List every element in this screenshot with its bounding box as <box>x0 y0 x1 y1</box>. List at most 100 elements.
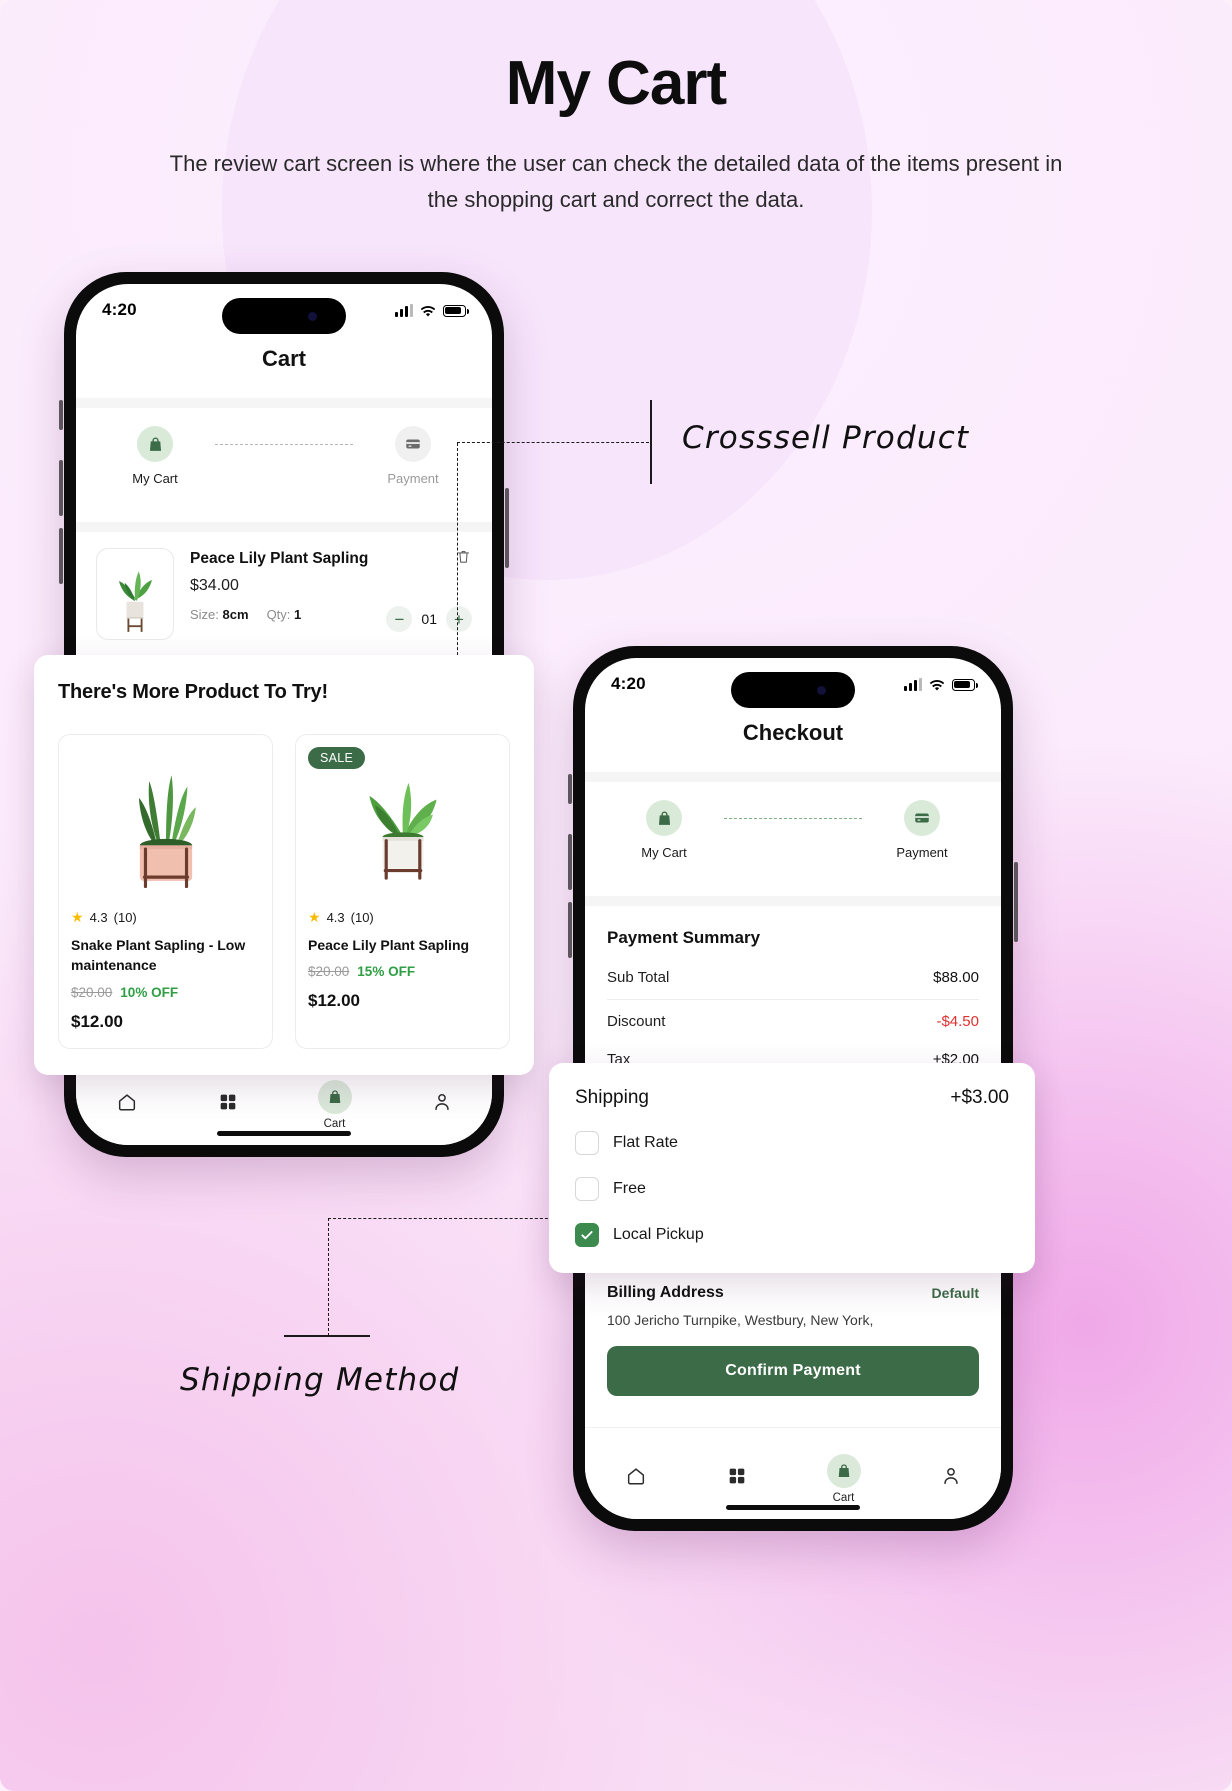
power-button[interactable] <box>505 488 509 568</box>
crosssell-title: There's More Product To Try! <box>58 681 328 703</box>
silent-switch[interactable] <box>59 400 63 430</box>
wifi-icon <box>420 305 436 317</box>
signal-bars-icon <box>395 303 413 317</box>
callout-bar-crosssell <box>650 400 652 484</box>
rating-value: 4.3 <box>89 910 108 925</box>
header-divider <box>585 772 1001 782</box>
nav-item-home[interactable] <box>625 1465 647 1492</box>
silent-switch[interactable] <box>568 774 572 804</box>
shopping-bag-icon <box>137 426 173 462</box>
billing-section: Billing Address Default 100 Jericho Turn… <box>585 1284 1001 1396</box>
callout-line-shipping-horizontal <box>328 1218 558 1219</box>
crosssell-product-card: There's More Product To Try! ★ 4.3 (10) … <box>34 655 534 1075</box>
product-old-price: $20.00 <box>71 984 113 1000</box>
volume-down-button[interactable] <box>59 528 63 584</box>
front-camera-icon <box>307 311 317 321</box>
product-image <box>308 749 497 895</box>
product-discount: 15% OFF <box>357 964 416 980</box>
rating-count: (10) <box>113 910 137 925</box>
shipping-option-flat-rate[interactable]: Flat Rate <box>575 1131 1009 1155</box>
signal-bars-icon <box>904 677 922 691</box>
dynamic-island <box>222 298 346 334</box>
payment-summary-title: Payment Summary <box>607 928 761 947</box>
callout-bar-shipping <box>284 1335 370 1337</box>
shipping-option-label: Flat Rate <box>613 1134 678 1151</box>
annotation-crosssell-product: Crosssell Product <box>682 420 970 456</box>
checkout-stepper: My Cart Payment <box>585 782 1001 866</box>
volume-up-button[interactable] <box>568 834 572 890</box>
credit-card-icon <box>395 426 431 462</box>
volume-down-button[interactable] <box>568 902 572 958</box>
section-divider <box>585 896 1001 906</box>
cart-item-size: Size: 8cm <box>190 607 249 622</box>
quantity-decrease-button[interactable]: − <box>386 606 413 632</box>
app-title: Cart <box>261 346 306 371</box>
nav-item-profile[interactable] <box>940 1465 962 1492</box>
stepper-step-my-cart[interactable]: My Cart <box>604 800 724 860</box>
nav-item-categories[interactable] <box>217 1091 239 1118</box>
product-price: $12.00 <box>308 991 360 1011</box>
shipping-amount: +$3.00 <box>950 1087 1009 1108</box>
battery-icon <box>952 678 978 691</box>
stepper-step-payment[interactable]: Payment <box>353 426 473 486</box>
product-old-price: $20.00 <box>308 964 350 980</box>
quantity-value: 01 <box>421 611 437 627</box>
stepper-connector <box>215 444 353 445</box>
cart-item-thumbnail <box>96 548 174 640</box>
app-title: Checkout <box>742 720 844 745</box>
product-price-line: $20.00 10% OFF <box>71 985 260 1000</box>
shipping-option-label: Local Pickup <box>613 1226 704 1243</box>
shipping-option-free[interactable]: Free <box>575 1177 1009 1201</box>
cart-item-qty: Qty: 1 <box>267 607 302 622</box>
nav-label-cart: Cart <box>832 1491 855 1504</box>
quantity-increase-button[interactable]: + <box>446 606 472 632</box>
page-title: My Cart <box>505 49 727 118</box>
qty-value: 1 <box>294 607 302 622</box>
product-card[interactable]: SALE ★ 4.3 (10) Peace Lily Plant Sapling… <box>295 734 510 1049</box>
quantity-stepper[interactable]: − 01 + <box>386 606 472 632</box>
volume-up-button[interactable] <box>59 460 63 516</box>
callout-line-shipping-vertical <box>328 1218 329 1336</box>
billing-header: Billing Address Default <box>607 1284 979 1302</box>
nav-item-cart[interactable]: Cart <box>826 1453 861 1504</box>
size-value: 8cm <box>222 607 249 622</box>
nav-item-cart[interactable]: Cart <box>317 1079 352 1130</box>
nav-item-profile[interactable] <box>431 1091 453 1118</box>
shopping-bag-icon <box>317 1079 352 1114</box>
status-time: 4:20 <box>102 300 137 319</box>
section-divider <box>76 522 492 532</box>
status-time: 4:20 <box>611 674 646 693</box>
shipping-option-local-pickup[interactable]: Local Pickup <box>575 1223 1009 1247</box>
stepper-label-my-cart: My Cart <box>641 845 687 860</box>
cart-item-row: Peace Lily Plant Sapling $34.00 Size: 8c… <box>76 532 492 640</box>
product-card[interactable]: ★ 4.3 (10) Snake Plant Sapling - Low mai… <box>58 734 273 1049</box>
crosssell-product-grid: ★ 4.3 (10) Snake Plant Sapling - Low mai… <box>58 734 510 1049</box>
status-icons <box>904 677 978 691</box>
checkbox-local-pickup[interactable] <box>575 1223 599 1247</box>
confirm-payment-button[interactable]: Confirm Payment <box>607 1346 979 1396</box>
summary-value: -$4.50 <box>936 1013 979 1030</box>
power-button[interactable] <box>1014 862 1018 942</box>
checkbox-flat-rate[interactable] <box>575 1131 599 1155</box>
product-price: $12.00 <box>71 1011 123 1031</box>
summary-row-subtotal: Sub Total $88.00 <box>607 956 979 1000</box>
billing-address-text: 100 Jericho Turnpike, Westbury, New York… <box>607 1312 874 1328</box>
product-image <box>71 749 260 895</box>
nav-item-home[interactable] <box>116 1091 138 1118</box>
sale-badge: SALE <box>308 747 366 769</box>
rating-count: (10) <box>350 910 374 925</box>
callout-line-crosssell-horizontal <box>457 442 649 443</box>
size-label: Size: <box>190 607 219 622</box>
dynamic-island <box>731 672 855 708</box>
shipping-title: Shipping <box>575 1087 649 1108</box>
nav-item-categories[interactable] <box>726 1465 748 1492</box>
home-indicator <box>726 1505 860 1510</box>
wifi-icon <box>929 679 945 691</box>
stepper-step-my-cart[interactable]: My Cart <box>95 426 215 486</box>
battery-icon <box>443 304 469 317</box>
checkbox-free[interactable] <box>575 1177 599 1201</box>
product-name: Peace Lily Plant Sapling <box>308 937 470 953</box>
stepper-step-payment[interactable]: Payment <box>862 800 982 860</box>
callout-line-crosssell-vertical <box>457 443 458 675</box>
page-subtitle: The review cart screen is where the user… <box>169 151 1063 212</box>
